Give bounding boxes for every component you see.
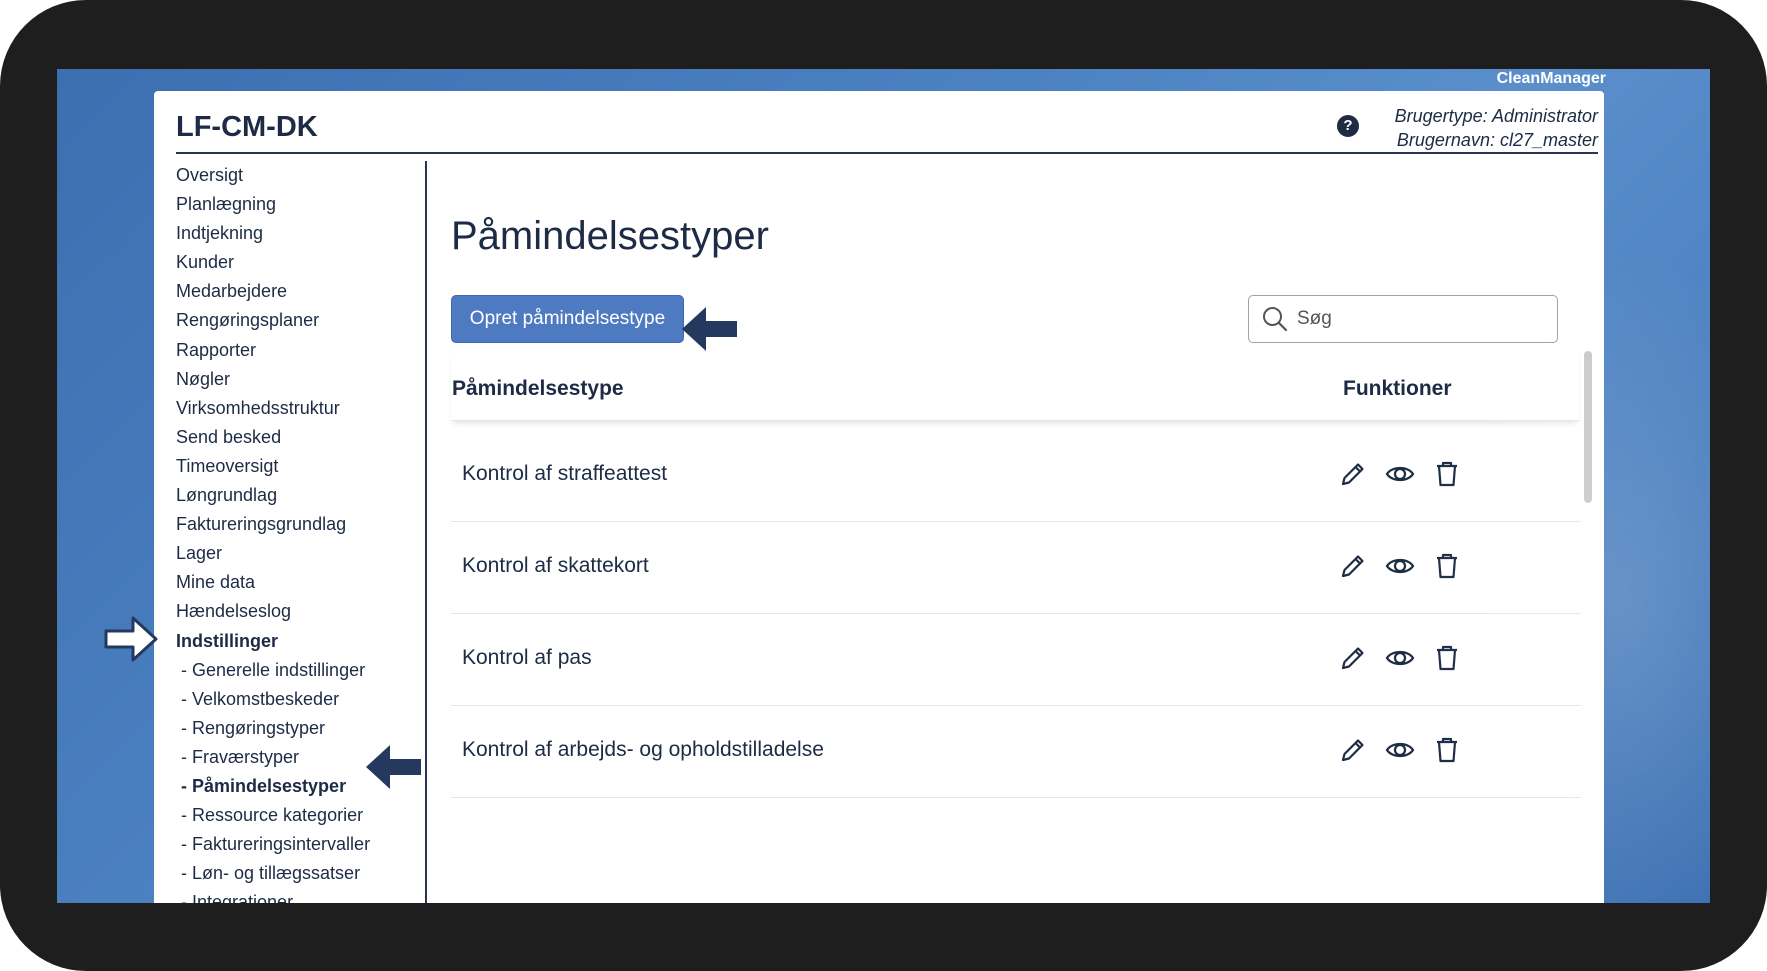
create-reminder-type-button[interactable]: Opret påmindelsestype — [451, 295, 684, 343]
sidebar-item-loengrundlag[interactable]: Løngrundlag — [176, 481, 426, 510]
arrow-left-indicator-icon — [366, 745, 421, 789]
sidebar-subitem-rengoeringstyper[interactable]: - Rengøringstyper — [176, 714, 426, 743]
user-type: Brugertype: Administrator — [1394, 106, 1598, 126]
main-content: Påmindelsestyper Opret påmindelsestype P… — [451, 161, 1592, 903]
table-body: Kontrol af straffeattest Kontrol af skat… — [451, 430, 1581, 798]
sidebar-subitem-generelle-indstillinger[interactable]: - Generelle indstillinger — [176, 656, 426, 685]
row-name: Kontrol af pas — [462, 646, 592, 669]
vertical-scrollbar-thumb[interactable] — [1584, 351, 1592, 503]
table-header: Påmindelsestype Funktioner — [451, 351, 1579, 421]
view-eye-icon[interactable] — [1385, 459, 1415, 489]
row-actions — [1338, 735, 1462, 765]
sidebar-item-medarbejdere[interactable]: Medarbejdere — [176, 277, 426, 306]
view-eye-icon[interactable] — [1385, 643, 1415, 673]
user-name: Brugernavn: cl27_master — [1396, 130, 1598, 150]
row-actions — [1338, 643, 1462, 673]
edit-pencil-icon[interactable] — [1338, 643, 1368, 673]
edit-pencil-icon[interactable] — [1338, 735, 1368, 765]
sidebar-item-mine-data[interactable]: Mine data — [176, 568, 426, 597]
sidebar-item-oversigt[interactable]: Oversigt — [176, 161, 426, 190]
app-title: LF-CM-DK — [176, 111, 318, 143]
header-divider — [176, 152, 1598, 154]
column-header-type[interactable]: Påmindelsestype — [452, 377, 624, 401]
sidebar-item-indtjekning[interactable]: Indtjekning — [176, 219, 426, 248]
sidebar-item-planlaegning[interactable]: Planlægning — [176, 190, 426, 219]
search-input[interactable] — [1297, 308, 1537, 330]
sidebar-subitem-loen-og-tillaegssatser[interactable]: - Løn- og tillægssatser — [176, 859, 426, 888]
search-field[interactable] — [1248, 295, 1558, 343]
sidebar-item-timeoversigt[interactable]: Timeoversigt — [176, 452, 426, 481]
table-row: Kontrol af arbejds- og opholdstilladelse — [451, 706, 1581, 798]
column-header-functions: Funktioner — [1343, 377, 1452, 400]
sidebar-item-rapporter[interactable]: Rapporter — [176, 336, 426, 365]
sidebar-subitem-integrationer[interactable]: - Integrationer — [176, 888, 426, 903]
help-icon[interactable]: ? — [1337, 115, 1359, 137]
table-row: Kontrol af pas — [451, 614, 1581, 706]
desktop-screen: CleanManager LF-CM-DK ? Brugertype: Admi… — [57, 69, 1710, 903]
sidebar-subitem-ressource-kategorier[interactable]: - Ressource kategorier — [176, 801, 426, 830]
row-name: Kontrol af skattekort — [462, 554, 649, 577]
arrow-left-indicator-icon — [682, 307, 737, 351]
row-actions — [1338, 459, 1462, 489]
edit-pencil-icon[interactable] — [1338, 459, 1368, 489]
brand-label: CleanManager — [1496, 70, 1606, 87]
table-row: Kontrol af straffeattest — [451, 430, 1581, 522]
delete-trash-icon[interactable] — [1432, 459, 1462, 489]
sidebar-item-lager[interactable]: Lager — [176, 539, 426, 568]
sidebar-item-indstillinger[interactable]: Indstillinger — [176, 627, 426, 656]
user-info: Brugertype: Administrator Brugernavn: cl… — [1395, 104, 1598, 152]
page-title: Påmindelsestyper — [451, 214, 769, 258]
sidebar-item-send-besked[interactable]: Send besked — [176, 423, 426, 452]
sidebar-subitem-faktureringsintervaller[interactable]: - Faktureringsintervaller — [176, 830, 426, 859]
sidebar-item-kunder[interactable]: Kunder — [176, 248, 426, 277]
arrow-right-indicator-icon — [104, 616, 158, 662]
delete-trash-icon[interactable] — [1432, 551, 1462, 581]
row-name: Kontrol af straffeattest — [462, 462, 668, 485]
device-frame: CleanManager LF-CM-DK ? Brugertype: Admi… — [0, 0, 1767, 971]
row-actions — [1338, 551, 1462, 581]
sidebar-item-haendelseslog[interactable]: Hændelseslog — [176, 597, 426, 626]
sidebar-divider — [425, 161, 427, 903]
edit-pencil-icon[interactable] — [1338, 551, 1368, 581]
row-name: Kontrol af arbejds- og opholdstilladelse — [462, 738, 824, 761]
sidebar-subitem-velkomstbeskeder[interactable]: - Velkomstbeskeder — [176, 685, 426, 714]
sidebar-item-rengoeringsplaner[interactable]: Rengøringsplaner — [176, 306, 426, 335]
sidebar-item-virksomhedsstruktur[interactable]: Virksomhedsstruktur — [176, 394, 426, 423]
sidebar-item-faktureringsgrundlag[interactable]: Faktureringsgrundlag — [176, 510, 426, 539]
search-icon — [1263, 307, 1288, 332]
table-row: Kontrol af skattekort — [451, 522, 1581, 614]
delete-trash-icon[interactable] — [1432, 735, 1462, 765]
view-eye-icon[interactable] — [1385, 551, 1415, 581]
delete-trash-icon[interactable] — [1432, 643, 1462, 673]
vertical-scrollbar[interactable] — [1581, 343, 1595, 903]
view-eye-icon[interactable] — [1385, 735, 1415, 765]
sidebar-item-noegler[interactable]: Nøgler — [176, 365, 426, 394]
